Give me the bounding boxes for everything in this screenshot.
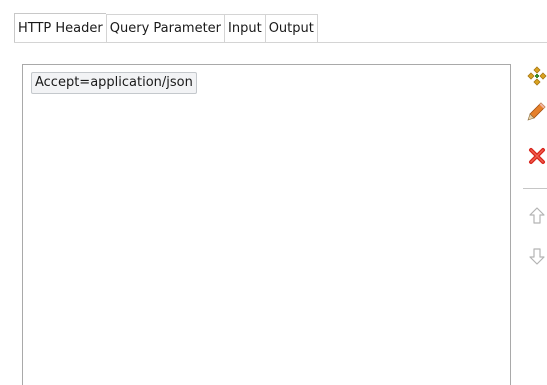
http-settings-panel: HTTP Header Query Parameter Input Output… [0, 0, 547, 385]
pencil-icon [527, 102, 546, 121]
arrow-down-icon [529, 248, 545, 265]
tab-query-parameter[interactable]: Query Parameter [105, 14, 225, 42]
add-icon [527, 66, 547, 86]
move-up-button[interactable] [527, 206, 547, 226]
tab-strip: HTTP Header Query Parameter Input Output [14, 13, 318, 42]
edit-button[interactable] [527, 101, 547, 121]
tab-http-header[interactable]: HTTP Header [14, 13, 106, 42]
add-button[interactable] [527, 66, 547, 86]
move-down-button[interactable] [527, 246, 547, 266]
tab-input[interactable]: Input [224, 14, 265, 42]
header-list[interactable]: Accept=application/json [22, 64, 511, 385]
tab-output[interactable]: Output [264, 14, 318, 42]
arrow-up-icon [529, 207, 545, 224]
list-toolbar [523, 64, 547, 284]
toolbar-separator [523, 188, 547, 189]
tab-divider [14, 42, 547, 43]
delete-button[interactable] [527, 146, 547, 166]
delete-icon [529, 148, 545, 164]
list-item[interactable]: Accept=application/json [31, 72, 197, 94]
